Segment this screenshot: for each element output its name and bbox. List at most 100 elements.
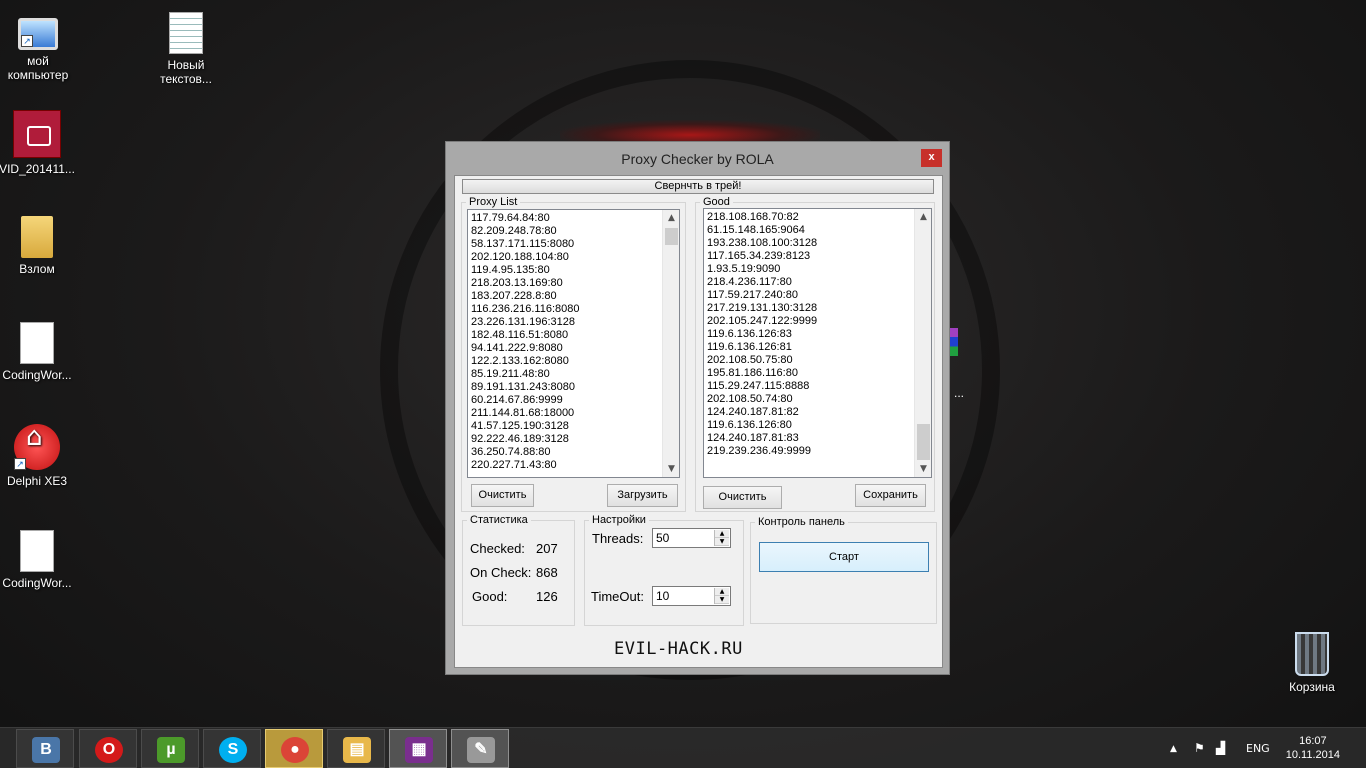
list-item[interactable]: 117.59.217.240:80 [707,289,817,302]
taskbar-button-utorrent[interactable]: µ [141,729,199,768]
list-item[interactable]: 217.219.131.130:3128 [707,302,817,315]
list-item[interactable]: 202.108.50.74:80 [707,393,817,406]
list-item[interactable]: 89.191.131.243:8080 [471,381,579,394]
on-check-value: 868 [536,565,558,580]
list-item[interactable]: 211.144.81.68:18000 [471,407,579,420]
list-item[interactable]: 58.137.171.115:8080 [471,238,579,251]
list-item[interactable]: 218.4.236.117:80 [707,276,817,289]
document-icon [20,322,54,364]
scroll-down-arrow-icon[interactable]: ▼ [663,461,679,477]
taskbar-button-explorer[interactable]: ▤ [327,729,385,768]
list-item[interactable]: 220.227.71.43:80 [471,459,579,472]
list-item[interactable]: 124.240.187.81:82 [707,406,817,419]
list-item[interactable]: 115.29.247.115:8888 [707,380,817,393]
save-button[interactable]: Сохранить [855,484,926,507]
threads-updown[interactable]: ▲ ▼ [714,530,729,546]
skype-icon: S [219,737,247,763]
desktop-icon-label: ... [954,386,965,400]
proxy-listbox[interactable]: 117.79.64.84:80 82.209.248.78:80 58.137.17… [467,209,680,478]
good-listbox[interactable]: 218.108.168.70:82 61.15.148.165:9064 193.2… [703,208,932,478]
spin-up-icon[interactable]: ▲ [715,588,729,596]
list-item[interactable]: 195.81.186.116:80 [707,367,817,380]
threads-value: 50 [656,531,670,545]
list-item[interactable]: 218.203.13.169:80 [471,277,579,290]
list-item[interactable]: 219.239.236.49:9999 [707,445,817,458]
scroll-thumb[interactable] [665,228,678,245]
list-item[interactable]: 92.222.46.189:3128 [471,433,579,446]
load-button[interactable]: Загрузить [607,484,678,507]
proxy-clear-button[interactable]: Очистить [471,484,534,507]
folder-icon [21,216,53,258]
taskbar-button-proxy-checker[interactable]: ✎ [451,729,509,768]
list-item[interactable]: 60.214.67.86:9999 [471,394,579,407]
taskbar-button-opera[interactable]: O [79,729,137,768]
list-item[interactable]: 41.57.125.190:3128 [471,420,579,433]
taskbar-button-chrome[interactable]: ● [265,729,323,768]
action-center-icon[interactable]: ⚑ [1194,741,1205,755]
show-hidden-icons-icon[interactable]: ▲ [1170,744,1177,754]
list-item[interactable]: 1.93.5.19:9090 [707,263,817,276]
list-item[interactable]: 23.226.131.196:3128 [471,316,579,329]
recycle-bin-icon [1295,632,1329,676]
threads-spinner[interactable]: 50 ▲ ▼ [652,528,731,548]
network-signal-icon[interactable]: ▟ [1216,741,1225,755]
minimize-to-tray-button[interactable]: Свернчть в трей! [462,179,934,194]
title-bar[interactable]: Proxy Checker by ROLA x [446,142,949,176]
list-item[interactable]: 116.236.216.116:8080 [471,303,579,316]
desktop-icon-folder-vzlom[interactable]: Взлом [0,216,77,276]
desktop-icon-delphi[interactable]: ↗ Delphi XE3 [0,424,77,488]
timeout-spinner[interactable]: 10 ▲ ▼ [652,586,731,606]
list-item[interactable]: 117.165.34.239:8123 [707,250,817,263]
control-panel-group: Контроль панель [750,515,937,624]
list-item[interactable]: 183.207.228.8:80 [471,290,579,303]
list-item[interactable]: 202.120.188.104:80 [471,251,579,264]
scroll-thumb[interactable] [917,424,930,460]
list-item[interactable]: 36.250.74.88:80 [471,446,579,459]
desktop-icon-new-text[interactable]: Новый текстов... [146,12,226,86]
close-button[interactable]: x [921,149,942,167]
video-file-icon [13,110,61,158]
list-item[interactable]: 119.6.136.126:83 [707,328,817,341]
list-item[interactable]: 85.19.211.48:80 [471,368,579,381]
spin-down-icon[interactable]: ▼ [715,538,729,546]
list-item[interactable]: 218.108.168.70:82 [707,211,817,224]
list-item[interactable]: 119.6.136.126:81 [707,341,817,354]
explorer-icon: ▤ [343,737,371,763]
taskbar-button-winrar[interactable]: ▦ [389,729,447,768]
spin-down-icon[interactable]: ▼ [715,596,729,604]
list-item[interactable]: 124.240.187.81:83 [707,432,817,445]
proxy-list-scrollbar[interactable]: ▲ ▼ [662,210,679,477]
desktop-icon-video[interactable]: VID_201411... [0,110,77,176]
list-item[interactable]: 82.209.248.78:80 [471,225,579,238]
list-item[interactable]: 122.2.133.162:8080 [471,355,579,368]
control-panel-label: Контроль панель [755,515,848,529]
good-count-label: Good: [472,589,508,604]
language-indicator[interactable]: ENG [1246,742,1270,755]
good-list-scrollbar[interactable]: ▲ ▼ [914,209,931,477]
system-clock[interactable]: 16:07 10.11.2014 [1286,734,1340,762]
taskbar-button-vk[interactable]: B [16,729,74,768]
start-button[interactable]: Старт [759,542,929,572]
scroll-down-arrow-icon[interactable]: ▼ [915,461,931,477]
list-item[interactable]: 202.108.50.75:80 [707,354,817,367]
document-icon [20,530,54,572]
desktop-icon-coding-1[interactable]: CodingWor... [0,322,77,382]
desktop-icon-recycle-bin[interactable]: Корзина [1272,632,1352,694]
scroll-up-arrow-icon[interactable]: ▲ [663,210,679,226]
list-item[interactable]: 94.141.222.9:8080 [471,342,579,355]
list-item[interactable]: 182.48.116.51:8080 [471,329,579,342]
list-item[interactable]: 119.4.95.135:80 [471,264,579,277]
desktop-icon-my-computer[interactable]: ↗ мой компьютер [0,12,78,82]
spin-up-icon[interactable]: ▲ [715,530,729,538]
list-item[interactable]: 119.6.136.126:80 [707,419,817,432]
scroll-up-arrow-icon[interactable]: ▲ [915,209,931,225]
taskbar-button-skype[interactable]: S [203,729,261,768]
shortcut-arrow-icon: ↗ [14,458,26,470]
list-item[interactable]: 193.238.108.100:3128 [707,237,817,250]
list-item[interactable]: 117.79.64.84:80 [471,212,579,225]
list-item[interactable]: 202.105.247.122:9999 [707,315,817,328]
good-clear-button[interactable]: Очистить [703,486,782,509]
list-item[interactable]: 61.15.148.165:9064 [707,224,817,237]
desktop-icon-coding-2[interactable]: CodingWor... [0,530,77,590]
timeout-updown[interactable]: ▲ ▼ [714,588,729,604]
